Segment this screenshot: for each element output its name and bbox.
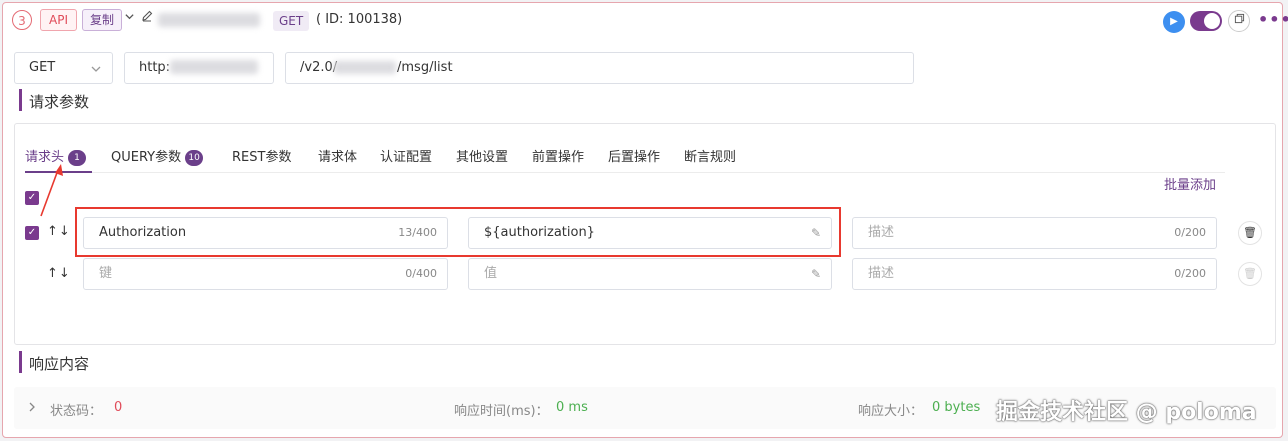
tab-rest-params[interactable]: REST参数 xyxy=(232,146,291,165)
step-number-badge: 3 xyxy=(12,10,32,30)
header-key-input[interactable]: 键 0/400 xyxy=(83,258,448,290)
delete-row-icon[interactable]: 🗑 xyxy=(1238,221,1262,245)
header-value-input[interactable]: 值 ✎ xyxy=(468,258,832,290)
tab-divider xyxy=(25,172,1225,173)
reorder-arrows[interactable]: ↑↓ xyxy=(47,266,71,281)
tab-headers-count: 1 xyxy=(68,149,87,166)
copy-button[interactable]: 复制 xyxy=(82,9,123,31)
response-time-value: 0 ms xyxy=(556,400,588,415)
tab-pre-operations[interactable]: 前置操作 xyxy=(532,146,584,165)
duplicate-icon[interactable] xyxy=(1228,10,1250,32)
run-button[interactable]: ▶ xyxy=(1163,11,1185,33)
tab-query-params[interactable]: QUERY参数 10 xyxy=(111,146,204,166)
api-id: ( ID: 100138) xyxy=(316,12,403,27)
method-select-value: GET xyxy=(29,60,56,75)
desc-placeholder: 描述 xyxy=(868,266,895,281)
char-count: 0/400 xyxy=(405,267,437,280)
tab-auth-config[interactable]: 认证配置 xyxy=(380,146,432,165)
desc-placeholder: 描述 xyxy=(868,225,895,240)
section-bar xyxy=(19,351,22,373)
edit-name-icon[interactable] xyxy=(141,10,153,26)
status-code-label: 状态码： xyxy=(50,404,103,419)
response-section-title: 响应内容 xyxy=(29,355,90,373)
enable-toggle[interactable] xyxy=(1190,11,1222,31)
delete-row-icon[interactable]: 🗑 xyxy=(1238,262,1262,286)
response-time-label: 响应时间(ms)： xyxy=(454,404,549,419)
bulk-add-link[interactable]: 批量添加 xyxy=(1164,174,1216,193)
highlight-box xyxy=(75,207,841,257)
tab-query-label: QUERY参数 xyxy=(111,150,182,165)
redacted-api-name xyxy=(158,13,260,27)
path-prefix: /v2.0/ xyxy=(300,60,338,75)
chevron-down-icon[interactable] xyxy=(124,11,135,26)
chevron-right-icon[interactable] xyxy=(27,401,37,413)
redacted-base-url xyxy=(170,60,258,74)
row-checkbox[interactable]: ✓ xyxy=(25,226,39,240)
tab-query-count: 10 xyxy=(185,149,204,166)
path-suffix: /msg/list xyxy=(397,60,453,75)
api-tag: API xyxy=(40,9,77,31)
response-size-label: 响应大小： xyxy=(858,404,924,419)
annotation-arrow xyxy=(40,164,63,217)
method-select[interactable]: GET xyxy=(14,52,113,84)
char-count: 0/200 xyxy=(1174,267,1206,280)
base-url-value: http: xyxy=(139,60,171,75)
tab-request-body[interactable]: 请求体 xyxy=(318,146,357,165)
params-section-title: 请求参数 xyxy=(29,93,90,111)
tab-assertions[interactable]: 断言规则 xyxy=(684,146,736,165)
status-code-value: 0 xyxy=(114,400,123,415)
char-count: 0/200 xyxy=(1174,226,1206,239)
header-desc-input[interactable]: 描述 0/200 xyxy=(852,258,1217,290)
key-placeholder: 键 xyxy=(99,266,113,281)
more-options-icon[interactable]: ••• xyxy=(1258,10,1288,29)
value-placeholder: 值 xyxy=(484,266,498,281)
header-desc-input[interactable]: 描述 0/200 xyxy=(852,217,1217,249)
chevron-down-icon xyxy=(91,66,101,72)
redacted-path xyxy=(334,61,396,74)
method-tag: GET xyxy=(273,11,310,31)
edit-icon[interactable]: ✎ xyxy=(811,259,821,289)
tab-post-operations[interactable]: 后置操作 xyxy=(608,146,660,165)
section-bar xyxy=(19,89,22,111)
tab-other-settings[interactable]: 其他设置 xyxy=(456,146,508,165)
reorder-arrows[interactable]: ↑↓ xyxy=(47,224,71,239)
response-size-value: 0 bytes xyxy=(932,400,981,415)
watermark: 掘金技术社区 @ poloma xyxy=(996,400,1257,425)
